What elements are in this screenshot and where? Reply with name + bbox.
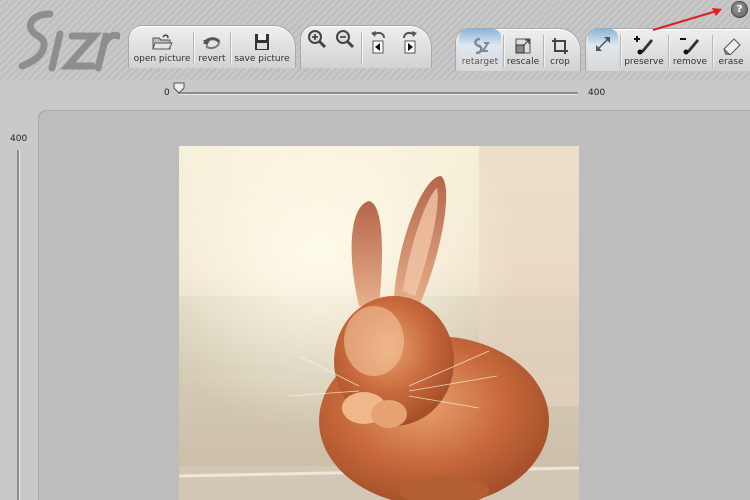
rotate-right-button[interactable]	[395, 26, 425, 68]
brush-tab-group: preserve remove erase	[585, 28, 750, 71]
preserve-button[interactable]: preserve	[622, 29, 666, 71]
retarget-button[interactable]: retarget	[459, 29, 501, 71]
remove-button[interactable]: remove	[670, 29, 710, 71]
rescale-label: rescale	[506, 57, 540, 67]
crop-button[interactable]: crop	[544, 29, 576, 71]
open-picture-label: open picture	[133, 54, 191, 64]
separator	[230, 32, 231, 64]
eraser-icon	[723, 38, 741, 55]
remove-brush-icon	[680, 38, 699, 55]
zoom-out-icon	[336, 30, 355, 49]
help-button[interactable]: ?	[731, 1, 748, 18]
annotation-arrow	[652, 8, 722, 31]
save-disk-icon	[255, 34, 269, 50]
erase-button[interactable]: erase	[714, 29, 748, 71]
rotate-right-icon	[403, 31, 417, 54]
revert-button[interactable]: revert	[195, 26, 229, 68]
open-picture-button[interactable]: open picture	[133, 26, 191, 68]
height-slider-max-label: 400	[10, 134, 28, 144]
width-slider-thumb[interactable]	[173, 82, 185, 94]
retarget-icon	[474, 37, 490, 55]
file-tab-group: open picture revert save picture	[128, 25, 296, 68]
separator	[712, 35, 713, 67]
mode-tab-group: retarget rescale crop	[455, 28, 581, 71]
resize-arrows-icon	[596, 37, 610, 51]
preserve-brush-icon	[634, 36, 653, 55]
remove-label: remove	[672, 57, 708, 67]
zoom-in-icon	[308, 30, 327, 49]
separator	[193, 32, 194, 64]
rescale-icon	[515, 38, 531, 54]
save-picture-button[interactable]: save picture	[232, 26, 292, 68]
revert-icon	[203, 37, 221, 50]
separator	[668, 35, 669, 67]
rescale-button[interactable]: rescale	[504, 29, 542, 71]
open-folder-icon	[152, 34, 173, 50]
crop-label: crop	[550, 57, 570, 67]
retarget-label: retarget	[461, 57, 499, 67]
width-slider-max-label: 400	[588, 88, 606, 98]
zoom-in-button[interactable]	[303, 26, 331, 68]
preserve-label: preserve	[624, 57, 664, 67]
save-picture-label: save picture	[234, 54, 290, 64]
crop-icon	[552, 38, 568, 54]
erase-label: erase	[718, 57, 744, 67]
rotate-left-icon	[371, 31, 385, 54]
resize-mode-button[interactable]	[588, 29, 618, 71]
rotate-left-button[interactable]	[363, 26, 393, 68]
width-slider-min-label: 0	[164, 88, 170, 98]
app-logo	[18, 10, 120, 72]
separator	[361, 32, 362, 64]
height-slider-track[interactable]	[17, 150, 20, 500]
view-tab-group	[300, 25, 432, 68]
separator	[620, 35, 621, 67]
revert-label: revert	[198, 54, 226, 64]
width-slider-track[interactable]	[178, 92, 578, 95]
zoom-out-button[interactable]	[331, 26, 359, 68]
bunny-picture[interactable]	[179, 146, 579, 500]
